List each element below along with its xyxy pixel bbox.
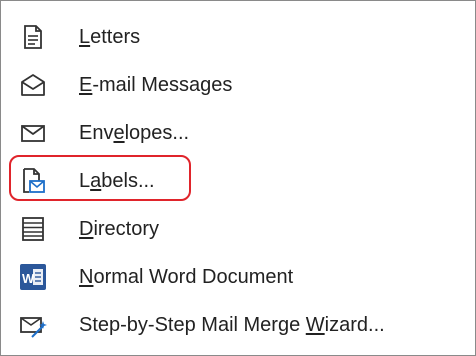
mail-merge-dropdown-menu: Letters E-mail Messages Envelopes... Lab… xyxy=(0,0,476,356)
word-document-icon: W xyxy=(19,263,47,291)
menu-item-label: Envelopes... xyxy=(79,122,190,144)
word-icon-letter: W xyxy=(22,271,35,286)
menu-item-email-messages[interactable]: E-mail Messages xyxy=(1,61,475,109)
menu-item-label: Labels... xyxy=(79,170,155,192)
labels-icon xyxy=(19,167,47,195)
menu-item-envelopes[interactable]: Envelopes... xyxy=(1,109,475,157)
envelope-icon xyxy=(19,119,47,147)
menu-item-label: E-mail Messages xyxy=(79,74,233,96)
email-envelope-open-icon xyxy=(19,71,47,99)
menu-item-labels[interactable]: Labels... xyxy=(1,157,475,205)
menu-item-label: Letters xyxy=(79,26,141,48)
menu-item-label: Directory xyxy=(79,218,160,240)
menu-item-label: Normal Word Document xyxy=(79,266,294,288)
directory-list-icon xyxy=(19,215,47,243)
mail-merge-wizard-icon xyxy=(19,311,47,339)
letters-doc-icon xyxy=(19,23,47,51)
menu-item-normal-word-document[interactable]: W Normal Word Document xyxy=(1,253,475,301)
menu-item-letters[interactable]: Letters xyxy=(1,13,475,61)
menu-item-mail-merge-wizard[interactable]: Step-by-Step Mail Merge Wizard... xyxy=(1,301,475,349)
menu-item-label: Step-by-Step Mail Merge Wizard... xyxy=(79,314,385,336)
menu-item-directory[interactable]: Directory xyxy=(1,205,475,253)
